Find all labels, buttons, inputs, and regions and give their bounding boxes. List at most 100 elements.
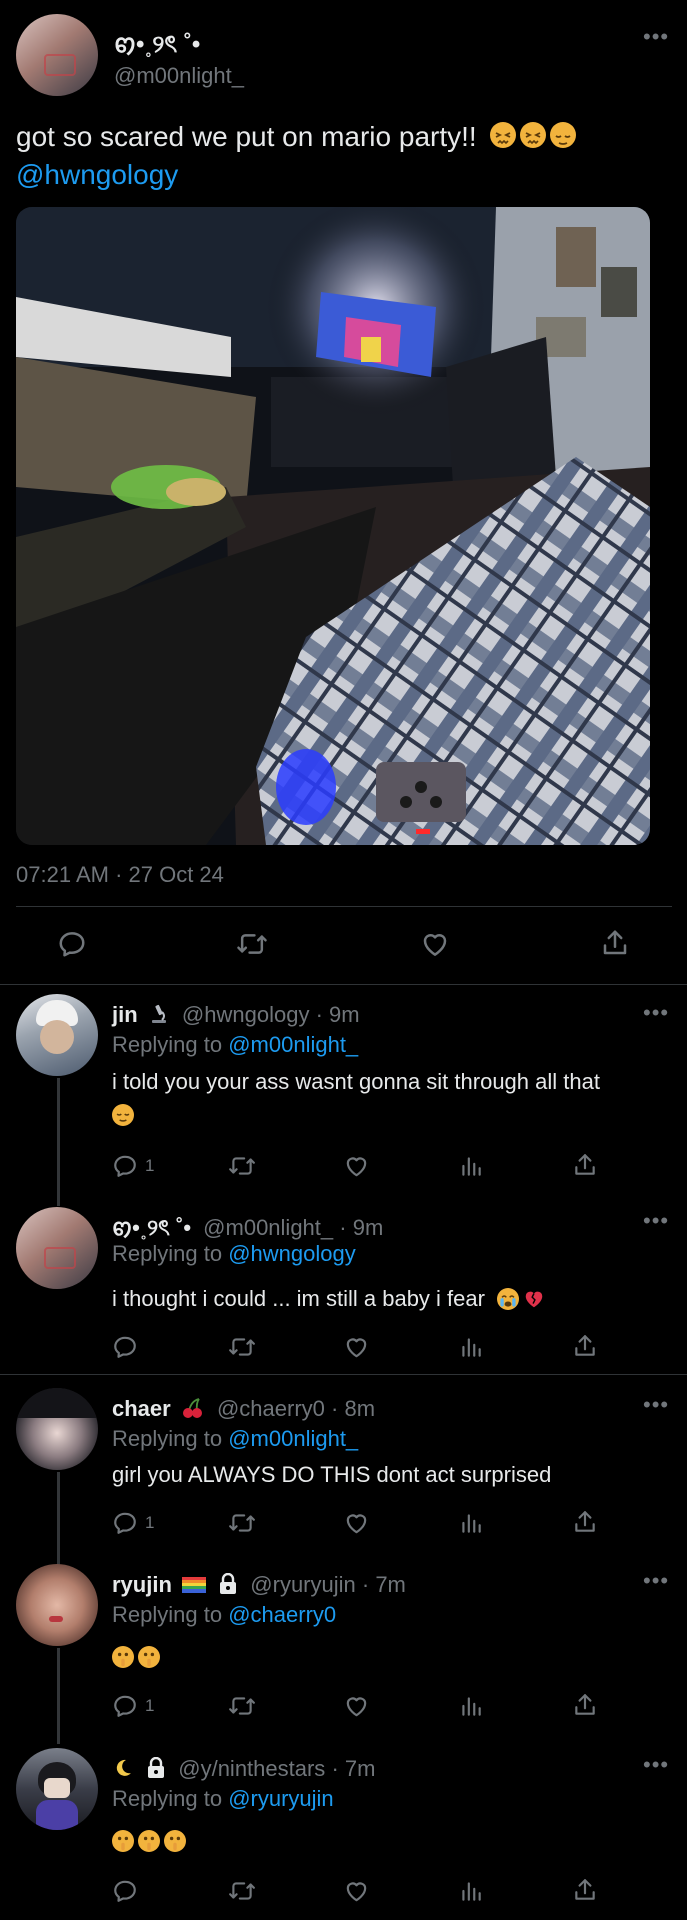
confounded-face-icon [520,122,547,148]
reply-icon[interactable] [112,1878,138,1904]
mention-link[interactable]: @hwngology [16,159,178,190]
handle[interactable]: @ryuryujin [250,1572,355,1597]
avatar[interactable] [16,1388,98,1470]
relieved-face-icon [550,122,577,148]
display-name[interactable]: chaer [112,1396,171,1421]
display-name[interactable]: ꩅ•˳୨ৎ ˚• [114,26,200,66]
display-name[interactable]: ꩅ•˳୨ৎ ˚• [112,1215,191,1240]
reply-text-row: i thought i could ... im still a baby i … [112,1286,545,1312]
reply-time[interactable]: · 7m [362,1572,406,1597]
more-options-icon[interactable]: ••• [643,1002,669,1024]
avatar[interactable] [16,1207,98,1289]
shushing-face-icon [138,1830,160,1852]
share-icon[interactable] [572,1692,598,1718]
reply-header: @y/ninthestars · 7m [112,1756,375,1782]
reply-time[interactable]: · 9m [339,1215,383,1240]
retweet-icon[interactable] [228,1878,256,1904]
shushing-face-icon [164,1830,186,1852]
replying-to-label: Replying to [112,1241,223,1266]
more-options-icon[interactable]: ••• [643,1570,669,1592]
reply-icon[interactable] [112,1693,138,1719]
retweet-icon[interactable] [228,1334,256,1360]
cherries-icon [182,1398,202,1418]
reply-emoji-row [112,1646,164,1669]
reply-icon[interactable] [57,929,87,959]
retweet-icon[interactable] [228,1153,256,1179]
handle[interactable]: @y/ninthestars [178,1756,325,1781]
replying-to-label: Replying to [112,1032,223,1057]
replying-to-handle[interactable]: @m00nlight_ [228,1426,358,1451]
tweet-photo[interactable] [16,207,650,845]
reply-header: jin @hwngology · 9m [112,1002,360,1028]
replying-to-label: Replying to [112,1786,223,1811]
more-options-icon[interactable]: ••• [643,1394,669,1416]
like-icon[interactable] [343,1334,370,1360]
lock-icon [220,1573,237,1594]
reply-emoji-row [112,1830,190,1853]
analytics-icon[interactable] [458,1693,484,1719]
share-icon[interactable] [572,1877,598,1903]
reply-time[interactable]: · 8m [331,1396,375,1421]
reply-header: ryujin @ryuryujin · 7m [112,1572,406,1598]
share-icon[interactable] [600,928,630,958]
handle[interactable]: @hwngology [182,1002,310,1027]
avatar[interactable] [16,994,98,1076]
display-name[interactable]: jin [112,1002,138,1027]
crying-face-icon [497,1288,520,1310]
analytics-icon[interactable] [458,1878,484,1904]
tweet-timestamp[interactable]: 07:21 AM · 27 Oct 24 [16,862,224,888]
more-options-icon[interactable]: ••• [643,1754,669,1776]
reply-icon[interactable] [112,1510,138,1536]
analytics-icon[interactable] [458,1334,484,1360]
analytics-icon[interactable] [458,1153,484,1179]
replying-to-handle[interactable]: @hwngology [228,1241,356,1266]
confounded-face-icon [490,122,517,148]
replying-to-handle[interactable]: @ryuryujin [228,1786,333,1811]
like-icon[interactable] [343,1510,370,1536]
avatar[interactable] [16,1564,98,1646]
divider [0,984,687,985]
thread-line [57,1472,60,1566]
reply-icon[interactable] [112,1334,138,1360]
divider [16,906,672,907]
retweet-icon[interactable] [228,1510,256,1536]
microscope-icon [151,1004,166,1023]
retweet-icon[interactable] [236,929,268,959]
reply-header: chaer @chaerry0 · 8m [112,1396,375,1422]
handle[interactable]: @m00nlight_ [203,1215,333,1240]
replying-to: Replying to @chaerry0 [112,1602,336,1628]
replying-to: Replying to @m00nlight_ [112,1032,358,1058]
replying-to: Replying to @m00nlight_ [112,1426,358,1452]
replying-to-handle[interactable]: @chaerry0 [228,1602,336,1627]
retweet-icon[interactable] [228,1693,256,1719]
thread-line [57,1078,60,1206]
reply-time[interactable]: · 7m [331,1756,375,1781]
replying-to-label: Replying to [112,1426,223,1451]
replying-to-handle[interactable]: @m00nlight_ [228,1032,358,1057]
like-icon[interactable] [343,1693,370,1719]
like-icon[interactable] [419,929,451,959]
like-icon[interactable] [343,1153,370,1179]
handle[interactable]: @chaerry0 [217,1396,325,1421]
share-icon[interactable] [572,1152,598,1178]
share-icon[interactable] [572,1333,598,1359]
handle[interactable]: @m00nlight_ [114,63,244,89]
like-icon[interactable] [343,1878,370,1904]
replying-to: Replying to @ryuryujin [112,1786,334,1812]
rainbow-flag-icon [182,1577,207,1593]
reply-count: 1 [145,1513,155,1532]
avatar[interactable] [16,14,98,96]
reply-text: girl you ALWAYS DO THIS dont act surpris… [112,1462,552,1487]
share-icon[interactable] [572,1509,598,1535]
avatar[interactable] [16,1748,98,1830]
reply-icon[interactable] [112,1153,138,1179]
divider [0,1374,687,1375]
reply-time[interactable]: · 9m [316,1002,360,1027]
more-options-icon[interactable]: ••• [643,1210,669,1232]
replying-to-label: Replying to [112,1602,223,1627]
display-name[interactable]: ryujin [112,1572,172,1597]
reply-text: i thought i could ... im still a baby i … [112,1286,485,1311]
relieved-face-icon [112,1104,134,1126]
more-options-icon[interactable]: ••• [643,26,669,48]
analytics-icon[interactable] [458,1510,484,1536]
